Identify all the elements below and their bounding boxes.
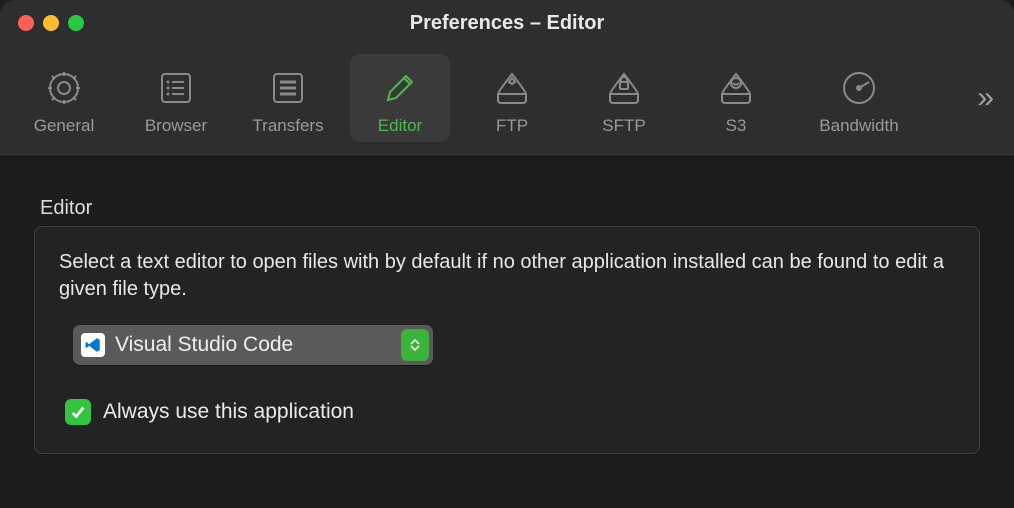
always-use-row: Always use this application <box>65 399 955 425</box>
tab-ftp[interactable]: FTP <box>462 54 562 142</box>
tab-bandwidth[interactable]: Bandwidth <box>798 54 920 142</box>
tab-general[interactable]: General <box>14 54 114 142</box>
tab-label: FTP <box>496 116 528 136</box>
gauge-icon <box>837 66 881 110</box>
tab-label: Editor <box>378 116 422 136</box>
editor-description: Select a text editor to open files with … <box>59 249 955 303</box>
preferences-toolbar: General Browser Transfers <box>0 46 1014 157</box>
queue-icon <box>266 66 310 110</box>
group-label: Editor <box>34 197 980 220</box>
always-use-checkbox[interactable] <box>65 399 91 425</box>
traffic-lights <box>18 15 84 31</box>
drive-lock-icon <box>602 66 646 110</box>
editor-group: Select a text editor to open files with … <box>34 226 980 454</box>
window-title: Preferences – Editor <box>0 12 1014 35</box>
tab-label: Browser <box>145 116 207 136</box>
list-icon <box>154 66 198 110</box>
tab-s3[interactable]: S3 <box>686 54 786 142</box>
drive-ftp-icon <box>490 66 534 110</box>
zoom-window-button[interactable] <box>68 15 84 31</box>
always-use-label: Always use this application <box>103 400 354 424</box>
gear-icon <box>42 66 86 110</box>
tab-label: Bandwidth <box>819 116 898 136</box>
tab-browser[interactable]: Browser <box>126 54 226 142</box>
drive-s3-icon <box>714 66 758 110</box>
preferences-content: Editor Select a text editor to open file… <box>0 157 1014 494</box>
minimize-window-button[interactable] <box>43 15 59 31</box>
editor-select[interactable]: Visual Studio Code <box>73 325 433 365</box>
pencil-icon <box>378 66 422 110</box>
tab-editor[interactable]: Editor <box>350 54 450 142</box>
toolbar-overflow-button[interactable]: » <box>977 81 1000 115</box>
tab-transfers[interactable]: Transfers <box>238 54 338 142</box>
updown-stepper-icon <box>401 329 429 361</box>
tab-label: S3 <box>726 116 747 136</box>
tab-label: SFTP <box>602 116 645 136</box>
tab-sftp[interactable]: SFTP <box>574 54 674 142</box>
editor-select-value: Visual Studio Code <box>115 333 293 357</box>
tab-label: General <box>34 116 94 136</box>
close-window-button[interactable] <box>18 15 34 31</box>
titlebar: Preferences – Editor <box>0 0 1014 46</box>
tab-label: Transfers <box>252 116 323 136</box>
vscode-icon <box>81 333 105 357</box>
